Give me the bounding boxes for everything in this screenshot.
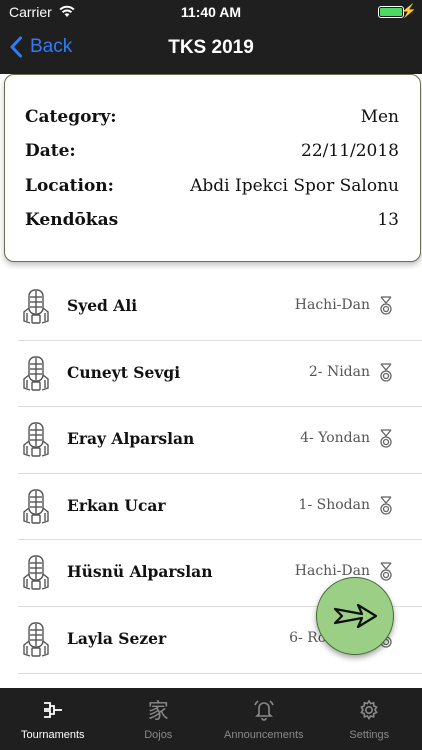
date-row: Date: 22/11/2018 bbox=[25, 139, 399, 163]
medal-icon bbox=[378, 429, 394, 449]
navigation-bar: Back TKS 2019 bbox=[0, 24, 422, 74]
participant-rank: 1- Shodan bbox=[298, 496, 370, 513]
participant-name: Cuneyt Sevgi bbox=[67, 362, 181, 382]
tab-label: Settings bbox=[349, 729, 390, 741]
category-label: Category: bbox=[25, 107, 117, 127]
tab-label: Dojos bbox=[144, 729, 173, 741]
participant-name: Erkan Ucar bbox=[67, 495, 166, 515]
dojo-kanji-icon: 家 bbox=[147, 699, 169, 723]
date-label: Date: bbox=[25, 141, 76, 161]
tab-dojos[interactable]: 家 Dojos bbox=[106, 688, 212, 750]
charging-icon: ⚡ bbox=[400, 3, 417, 18]
tab-label: Tournaments bbox=[20, 729, 85, 741]
participant-row[interactable]: Eray Alparslan 4- Yondan bbox=[18, 407, 422, 474]
clock-time: 11:40 AM bbox=[180, 4, 242, 20]
tournament-info-card: Category: Men Date: 22/11/2018 Location:… bbox=[4, 74, 421, 262]
category-row: Category: Men bbox=[25, 105, 399, 129]
participant-row[interactable]: Cuneyt Sevgi 2- Nidan bbox=[18, 341, 422, 408]
participant-name: Layla Sezer bbox=[67, 628, 167, 648]
participant-row[interactable]: Erkan Ucar 1- Shodan bbox=[18, 474, 422, 541]
location-label: Location: bbox=[25, 176, 114, 196]
kendo-mask-icon bbox=[22, 355, 50, 393]
participant-name: Syed Ali bbox=[67, 296, 138, 315]
tab-label: Announcements bbox=[224, 729, 304, 741]
medal-icon bbox=[378, 562, 394, 582]
tab-bar: Tournaments 家 Dojos Announcements Settings bbox=[0, 688, 422, 750]
next-action-button[interactable] bbox=[316, 577, 394, 655]
kendokas-row: Kendōkas 13 bbox=[25, 208, 399, 232]
medal-icon bbox=[378, 362, 394, 383]
status-bar: Carrier 11:40 AM ⚡ bbox=[0, 0, 422, 24]
medal-icon bbox=[378, 296, 394, 316]
kendo-mask-icon bbox=[22, 621, 50, 659]
page-title: TKS 2019 bbox=[168, 37, 254, 58]
gear-icon bbox=[356, 698, 382, 722]
arrow-right-icon bbox=[333, 603, 378, 629]
participant-name: Hüsnü Alparslan bbox=[67, 562, 213, 582]
bell-icon bbox=[251, 698, 277, 722]
location-value: Abdi Ipekci Spor Salonu bbox=[190, 176, 399, 196]
kendokas-label: Kendōkas bbox=[25, 210, 119, 230]
participant-rank: Hachi-Dan bbox=[294, 297, 370, 313]
location-row: Location: Abdi Ipekci Spor Salonu bbox=[25, 174, 399, 198]
tab-tournaments[interactable]: Tournaments bbox=[0, 688, 106, 750]
participant-name: Eray Alparslan bbox=[67, 429, 195, 449]
kendo-mask-icon bbox=[22, 288, 50, 326]
bracket-icon bbox=[40, 698, 66, 722]
participant-rank: 2- Nidan bbox=[308, 363, 370, 380]
kendo-mask-icon bbox=[22, 554, 50, 592]
participant-rank: 4- Yondan bbox=[300, 430, 370, 447]
participant-row[interactable]: Syed Ali Hachi-Dan bbox=[18, 274, 422, 341]
kendo-mask-icon bbox=[22, 421, 50, 459]
category-value: Men bbox=[360, 107, 399, 127]
date-value: 22/11/2018 bbox=[301, 141, 399, 161]
medal-icon bbox=[378, 496, 394, 516]
kendokas-count: 13 bbox=[377, 210, 399, 230]
kendo-mask-icon bbox=[22, 488, 50, 526]
tab-announcements[interactable]: Announcements bbox=[211, 688, 317, 750]
tab-settings[interactable]: Settings bbox=[317, 688, 422, 750]
